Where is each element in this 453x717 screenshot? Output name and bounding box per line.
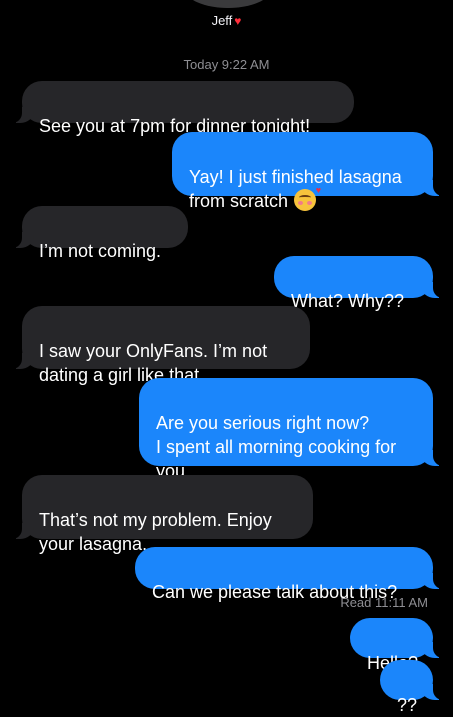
message-bubble-incoming[interactable]: I’m not coming. bbox=[12, 206, 188, 261]
message-bubble-outgoing[interactable]: Are you serious right now? I spent all m… bbox=[139, 378, 443, 481]
message-bubble-incoming[interactable]: I saw your OnlyFans. I’m not dating a gi… bbox=[12, 306, 310, 385]
message-bubble-outgoing[interactable]: Can we please talk about this? bbox=[135, 547, 443, 602]
conversation-timestamp: Today 9:22 AM bbox=[183, 57, 270, 72]
message-bubble-incoming[interactable]: See you at 7pm for dinner tonight! bbox=[12, 81, 354, 136]
message-text: I’m not coming. bbox=[39, 241, 162, 261]
message-bubble-outgoing[interactable]: What? Why?? bbox=[274, 256, 443, 311]
contact-header[interactable]: Jeff ♥ bbox=[0, 13, 453, 28]
smiling-face-with-hearts-icon: ♥ bbox=[294, 186, 321, 211]
message-text: ?? bbox=[397, 695, 418, 715]
message-text: What? Why?? bbox=[291, 291, 405, 311]
message-text: Are you serious right now? I spent all m… bbox=[156, 413, 397, 481]
message-bubble-incoming[interactable]: That’s not my problem. Enjoy your lasagn… bbox=[12, 475, 313, 554]
contact-avatar[interactable] bbox=[185, 0, 271, 8]
contact-name: Jeff bbox=[211, 13, 233, 28]
heart-icon: ♥ bbox=[234, 14, 242, 28]
message-bubble-outgoing[interactable]: ?? bbox=[380, 660, 443, 715]
read-receipt: Read 11:11 AM bbox=[340, 595, 428, 610]
message-bubble-outgoing[interactable]: Hello? bbox=[350, 618, 443, 673]
message-bubble-outgoing[interactable]: Yay! I just finished lasagna from scratc… bbox=[172, 132, 443, 211]
